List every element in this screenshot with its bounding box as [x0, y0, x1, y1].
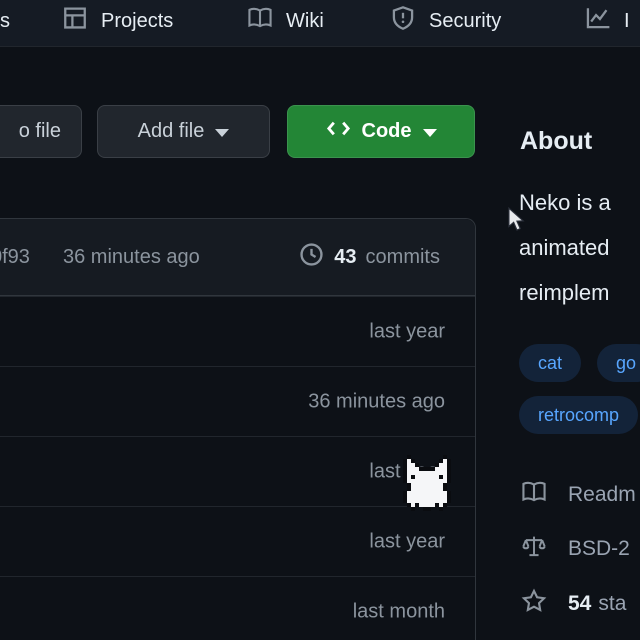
code-label: Code	[362, 120, 412, 143]
stars-count: 54	[568, 592, 591, 615]
chevron-down-icon	[215, 129, 229, 137]
about-title: About	[520, 127, 592, 156]
github-repo-page: s Projects Wiki Security I o file Add fi…	[0, 0, 640, 640]
book-icon	[247, 5, 273, 37]
file-updated-date: last year	[369, 320, 445, 343]
projects-icon	[62, 5, 88, 37]
history-clock-icon	[298, 241, 325, 274]
table-row[interactable]: last month	[0, 576, 475, 640]
commit-sha-link[interactable]: 0f93	[0, 246, 30, 269]
commit-time: 36 minutes ago	[63, 246, 200, 269]
stars-link[interactable]: 54 sta	[521, 588, 626, 620]
description-line: reimplem	[519, 270, 611, 315]
table-row[interactable]: last year	[0, 436, 475, 506]
commits-label: commits	[366, 246, 440, 269]
table-row[interactable]: last year	[0, 506, 475, 576]
book-icon	[521, 479, 547, 511]
code-button[interactable]: Code	[287, 105, 475, 158]
nav-item-wiki[interactable]: Wiki	[247, 0, 324, 42]
nav-item-label: I	[624, 10, 630, 33]
star-icon	[521, 588, 547, 620]
commit-count: 43	[334, 246, 356, 269]
go-to-file-label: o file	[19, 120, 61, 143]
latest-commit-bar: 0f93 36 minutes ago 43 commits	[0, 219, 475, 296]
file-updated-date: last month	[353, 600, 445, 623]
add-file-label: Add file	[138, 120, 205, 143]
go-to-file-button[interactable]: o file	[0, 105, 82, 158]
readme-label: Readm	[568, 483, 636, 507]
description-line: Neko is a	[519, 180, 611, 225]
repo-tab-bar: s Projects Wiki Security I	[0, 0, 640, 47]
table-row[interactable]: 36 minutes ago	[0, 366, 475, 436]
graph-icon	[585, 5, 611, 37]
law-scales-icon	[521, 533, 547, 565]
license-link[interactable]: BSD-2	[521, 533, 630, 565]
shield-icon	[390, 5, 416, 37]
file-updated-date: last year	[369, 460, 445, 483]
topic-retrocomputing[interactable]: retrocomp	[519, 396, 638, 434]
topic-go[interactable]: go	[597, 344, 640, 382]
nav-item-projects[interactable]: Projects	[62, 0, 173, 42]
nav-item-insights-partial[interactable]: I	[585, 0, 630, 42]
stars-label: sta	[598, 592, 626, 615]
nav-item-security[interactable]: Security	[390, 0, 501, 42]
add-file-button[interactable]: Add file	[97, 105, 270, 158]
nav-item-label: Security	[429, 10, 501, 33]
description-line: animated	[519, 225, 611, 270]
nav-item-label: Projects	[101, 10, 173, 33]
mouse-cursor	[505, 207, 527, 238]
topic-cat[interactable]: cat	[519, 344, 581, 382]
nav-item-label: Wiki	[286, 10, 324, 33]
file-updated-date: last year	[369, 530, 445, 553]
repo-description: Neko is a animated reimplem	[519, 180, 611, 315]
nav-item-issues-partial[interactable]: s	[0, 0, 10, 42]
readme-link[interactable]: Readm	[521, 479, 636, 511]
neko-cat-sprite	[403, 455, 407, 459]
neko-cat-body	[403, 455, 407, 459]
nav-item-label: s	[0, 10, 10, 33]
code-icon	[326, 116, 351, 147]
license-label: BSD-2	[568, 537, 630, 561]
table-row[interactable]: last year	[0, 296, 475, 366]
chevron-down-icon	[423, 129, 437, 137]
topics-list: cat go retrocomp	[519, 344, 640, 434]
file-list-panel: 0f93 36 minutes ago 43 commits last year…	[0, 218, 476, 640]
commit-history-link[interactable]: 43 commits	[298, 241, 440, 274]
file-updated-date: 36 minutes ago	[308, 390, 445, 413]
